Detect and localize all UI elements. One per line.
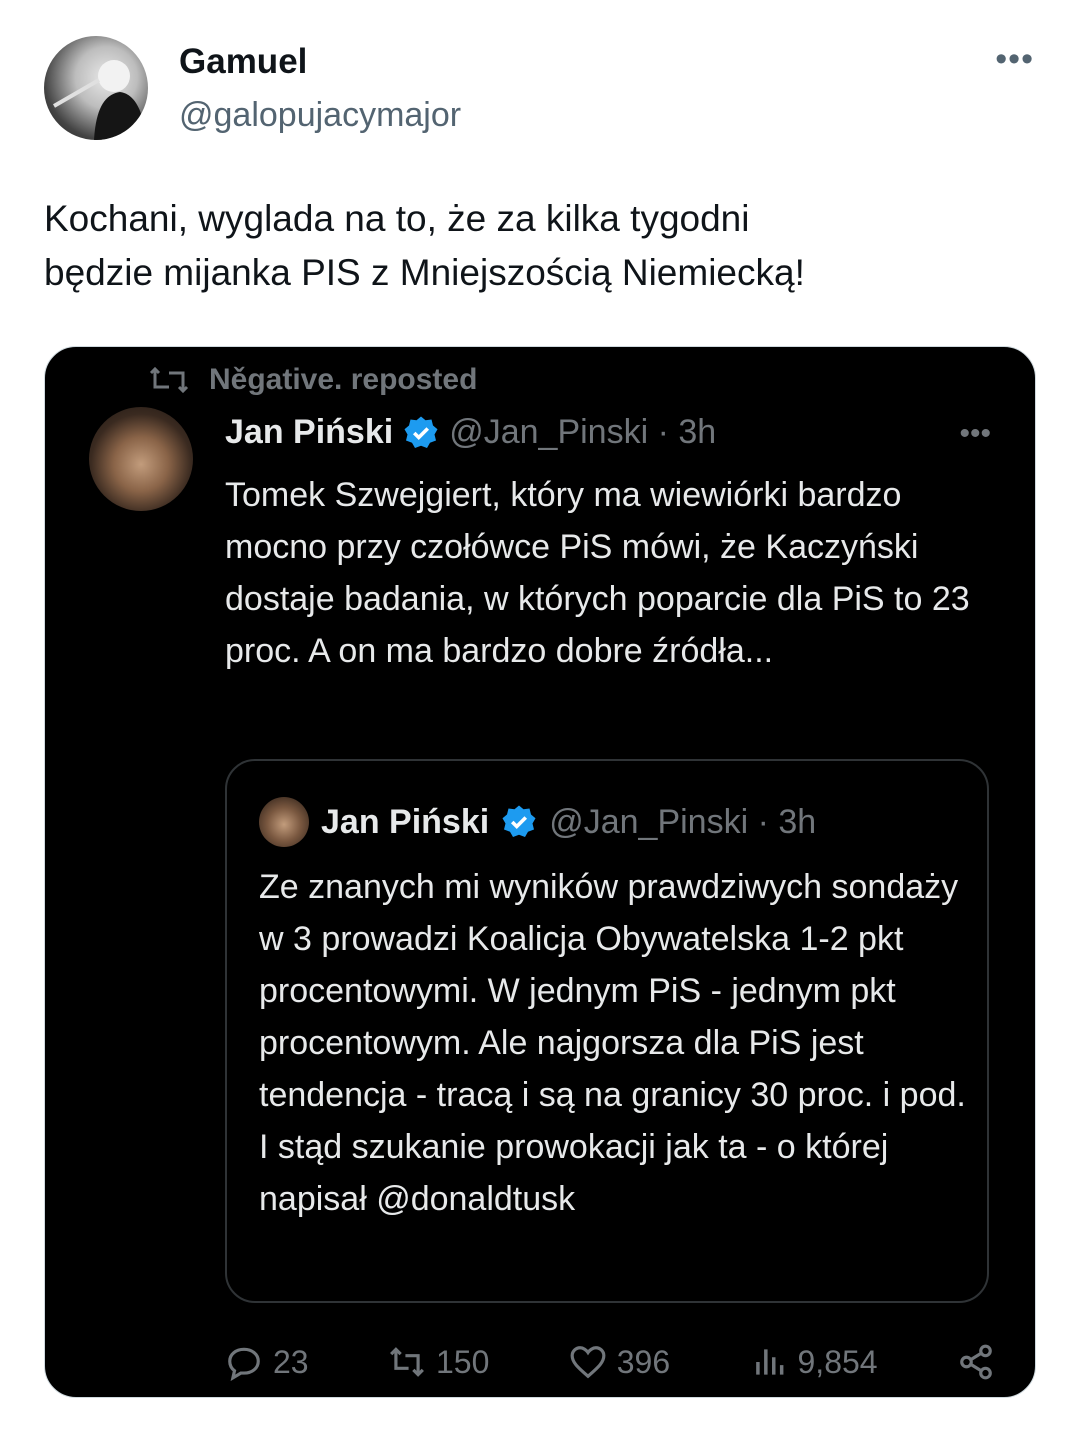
inner-tweet-header: Jan Piński @Jan_Pinski · 3h: [225, 413, 716, 452]
more-icon[interactable]: •••: [995, 40, 1034, 79]
inner-tweet-text: Tomek Szwejgiert, który ma wiewiórki bar…: [225, 476, 970, 670]
views-count: 9,854: [797, 1343, 878, 1380]
share-button: [957, 1343, 995, 1381]
reply-count: 23: [273, 1343, 309, 1380]
like-count: 396: [616, 1343, 671, 1380]
share-icon: [960, 1344, 992, 1380]
repost-indicator: Něgative. reposted: [149, 363, 477, 397]
quoted-author-handle: @Jan_Pinski · 3h: [549, 802, 817, 841]
embedded-screenshot[interactable]: Něgative. reposted Jan Piński @Jan_Pinsk…: [44, 346, 1036, 1398]
like-icon: [570, 1346, 606, 1379]
tweet-text-line-2: będzie mijanka PIS z Mniejszością Niemie…: [44, 252, 805, 293]
views-button: 9,854: [750, 1343, 878, 1381]
quoted-avatar: [259, 797, 309, 847]
tweet-header: Gamuel @galopujacymajor •••: [44, 36, 1044, 146]
quoted-tweet-text: Ze znanych mi wyników prawdziwych sondaż…: [259, 868, 966, 1218]
repost-label: Něgative. reposted: [209, 363, 478, 396]
inner-more-icon: •••: [959, 417, 991, 450]
author-name[interactable]: Gamuel: [179, 42, 307, 82]
quoted-author-name: Jan Piński: [321, 802, 490, 841]
author-handle[interactable]: @galopujacymajor: [179, 96, 461, 135]
views-icon: [755, 1349, 783, 1375]
verified-icon: [404, 416, 438, 448]
action-bar: 23 150 396 9,854: [225, 1337, 995, 1387]
repost-count: 150: [435, 1343, 490, 1380]
reply-button: 23: [225, 1343, 309, 1381]
inner-author-handle: @Jan_Pinski · 3h: [449, 413, 717, 451]
quoted-tweet: Jan Piński @Jan_Pinski · 3h Ze znanych m…: [225, 759, 989, 1303]
quoted-tweet-header: Jan Piński @Jan_Pinski · 3h: [259, 797, 816, 847]
repost-button: 150: [388, 1343, 489, 1381]
inner-avatar: [89, 407, 193, 511]
repost-icon: [390, 1347, 424, 1377]
like-button: 396: [569, 1343, 670, 1381]
inner-author-name: Jan Piński: [225, 413, 394, 451]
tweet-text-line-1: Kochani, wyglada na to, że za kilka tygo…: [44, 198, 750, 239]
repost-icon: [149, 366, 189, 394]
reply-icon: [228, 1347, 260, 1381]
tweet-text: Kochani, wyglada na to, że za kilka tygo…: [44, 192, 1044, 300]
avatar[interactable]: [44, 36, 148, 140]
verified-icon: [502, 805, 536, 837]
